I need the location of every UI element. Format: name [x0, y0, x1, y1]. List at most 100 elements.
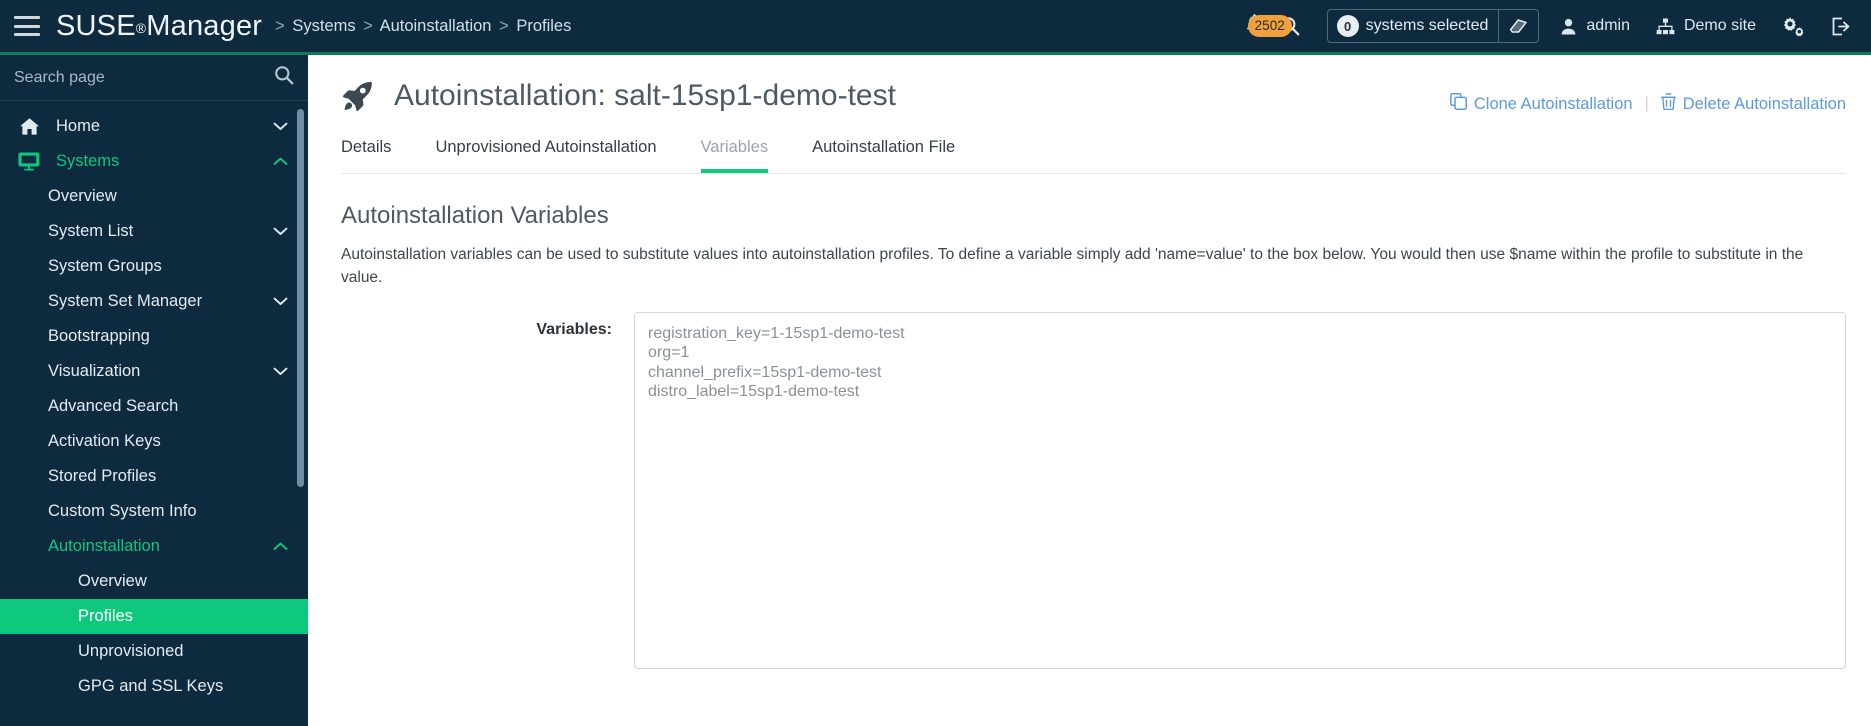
sidebar-item-label: System Set Manager — [48, 292, 203, 310]
notifications-button[interactable]: 2502 — [1237, 13, 1292, 39]
sidebar-item-unprovisioned[interactable]: Unprovisioned — [0, 634, 308, 669]
variables-textarea[interactable] — [634, 311, 1846, 669]
sidebar-item-gpg-and-ssl-keys[interactable]: GPG and SSL Keys — [0, 669, 308, 704]
page-actions: Clone Autoinstallation | Delete Autoinst… — [1449, 79, 1846, 115]
top-header-bar: SUSE®Manager > Systems > Autoinstallatio… — [0, 0, 1871, 55]
chevron-down-icon[interactable] — [273, 367, 288, 376]
sidebar-item-bootstrapping[interactable]: Bootstrapping — [0, 319, 308, 354]
tab-autoinstallation-file[interactable]: Autoinstallation File — [812, 138, 955, 173]
tab-details[interactable]: Details — [341, 138, 391, 173]
sitemap-icon — [1656, 18, 1675, 35]
sidebar-scrollbar-thumb[interactable] — [297, 109, 304, 487]
sidebar-item-overview[interactable]: Overview — [0, 179, 308, 214]
delete-autoinstallation-label: Delete Autoinstallation — [1682, 94, 1846, 113]
sidebar-item-system-set-manager[interactable]: System Set Manager — [0, 284, 308, 319]
sidebar-item-label: Activation Keys — [48, 432, 161, 450]
breadcrumb-separator-2: > — [499, 16, 509, 35]
section-title: Autoinstallation Variables — [341, 202, 609, 229]
sidebar-item-visualization[interactable]: Visualization — [0, 354, 308, 389]
sidebar-item-label: Visualization — [48, 362, 141, 380]
breadcrumb-item-autoinstallation[interactable]: Autoinstallation — [380, 17, 492, 35]
sidebar-item-autoinstallation[interactable]: Autoinstallation — [0, 529, 308, 564]
sidebar-item-overview[interactable]: Overview — [0, 564, 308, 599]
action-divider: | — [1644, 95, 1649, 112]
sidebar-item-label: Advanced Search — [48, 397, 179, 415]
tab-bar: Details Unprovisioned Autoinstallation V… — [341, 138, 1846, 174]
chevron-down-icon[interactable] — [273, 122, 288, 131]
main-content: Autoinstallation: salt-15sp1-demo-test C… — [308, 55, 1871, 726]
notification-count-badge: 2502 — [1247, 15, 1292, 37]
header-right-group: 2502 0 systems selected admin Demo site — [1237, 0, 1871, 52]
tab-variables[interactable]: Variables — [700, 138, 769, 173]
sidebar-item-system-groups[interactable]: System Groups — [0, 249, 308, 284]
chevron-down-icon[interactable] — [273, 227, 288, 236]
sign-out-icon — [1831, 17, 1851, 36]
brand-registered-mark: ® — [135, 19, 147, 36]
brand-logo[interactable]: SUSE®Manager — [56, 10, 262, 43]
sidebar-item-home[interactable]: Home — [0, 109, 308, 144]
sidebar-item-profiles[interactable]: Profiles — [0, 599, 308, 634]
breadcrumb: > Systems > Autoinstallation > Profiles — [272, 17, 571, 36]
clone-icon — [1449, 93, 1474, 115]
page-title-text: Autoinstallation: salt-15sp1-demo-test — [394, 79, 896, 112]
breadcrumb-separator-1: > — [363, 16, 373, 35]
sidebar-item-stored-profiles[interactable]: Stored Profiles — [0, 459, 308, 494]
sidebar-item-label: Unprovisioned — [78, 642, 184, 660]
hamburger-icon[interactable] — [14, 16, 40, 36]
sidebar-item-custom-system-info[interactable]: Custom System Info — [0, 494, 308, 529]
sidebar-item-label: Stored Profiles — [48, 467, 157, 485]
header-left-group: SUSE®Manager > Systems > Autoinstallatio… — [0, 10, 1237, 43]
sidebar-item-system-list[interactable]: System List — [0, 214, 308, 249]
brand-suffix: Manager — [146, 9, 263, 42]
site-label: Demo site — [1683, 17, 1756, 34]
sidebar: Home Systems Overview System List System Gro… — [0, 55, 308, 726]
breadcrumb-item-systems[interactable]: Systems — [292, 17, 355, 35]
chevron-down-icon[interactable] — [273, 297, 288, 306]
sidebar-item-systems[interactable]: Systems — [0, 144, 308, 179]
brand-name: SUSE — [56, 9, 136, 42]
user-icon — [1560, 18, 1577, 35]
gears-icon — [1782, 16, 1805, 37]
sidebar-item-label: System Groups — [48, 257, 162, 275]
tab-unprovisioned-autoinstallation[interactable]: Unprovisioned Autoinstallation — [435, 138, 656, 173]
site-menu-demo-site[interactable]: Demo site — [1643, 0, 1769, 52]
breadcrumb-item-profiles[interactable]: Profiles — [516, 17, 571, 35]
search-input[interactable] — [14, 68, 274, 87]
sidebar-item-label: Custom System Info — [48, 502, 197, 520]
delete-autoinstallation-link[interactable]: Delete Autoinstallation — [1660, 93, 1846, 115]
breadcrumb-separator-0: > — [275, 16, 285, 35]
sidebar-item-label: Overview — [78, 572, 147, 590]
variables-form-row: Variables: — [341, 311, 1846, 669]
sidebar-item-advanced-search[interactable]: Advanced Search — [0, 389, 308, 424]
variables-label: Variables: — [536, 320, 612, 338]
rocket-icon — [341, 80, 374, 112]
search-icon[interactable] — [274, 65, 294, 90]
systems-selected-widget[interactable]: 0 systems selected — [1326, 9, 1540, 43]
sidebar-item-label: System List — [48, 222, 134, 240]
section-description: Autoinstallation variables can be used t… — [341, 246, 1804, 287]
clone-autoinstallation-link[interactable]: Clone Autoinstallation — [1449, 93, 1633, 115]
home-icon — [14, 117, 44, 136]
sidebar-item-label: Overview — [48, 187, 117, 205]
sidebar-search[interactable] — [0, 55, 308, 101]
eraser-icon[interactable] — [1498, 10, 1538, 42]
user-menu-admin[interactable]: admin — [1547, 0, 1643, 52]
sidebar-item-activation-keys[interactable]: Activation Keys — [0, 424, 308, 459]
sidebar-item-label: Home — [56, 117, 101, 135]
trash-icon — [1660, 93, 1683, 115]
chevron-up-icon[interactable] — [273, 542, 288, 551]
sidebar-item-label: Autoinstallation — [48, 537, 160, 555]
clone-autoinstallation-label: Clone Autoinstallation — [1473, 94, 1633, 113]
chevron-up-icon[interactable] — [273, 157, 288, 166]
page-header-row: Autoinstallation: salt-15sp1-demo-test C… — [341, 79, 1846, 115]
sign-out-button[interactable] — [1818, 0, 1855, 52]
page-title: Autoinstallation: salt-15sp1-demo-test — [341, 79, 896, 113]
sidebar-item-label: GPG and SSL Keys — [78, 677, 224, 695]
systems-selected-label: systems selected — [1365, 17, 1489, 34]
sidebar-item-label: Profiles — [78, 607, 134, 625]
sidebar-item-label: Systems — [56, 152, 120, 170]
sidebar-item-label: Bootstrapping — [48, 327, 150, 345]
monitor-icon — [14, 152, 44, 171]
sidebar-nav: Home Systems Overview System List System Gro… — [0, 101, 308, 726]
settings-button[interactable] — [1769, 0, 1818, 52]
